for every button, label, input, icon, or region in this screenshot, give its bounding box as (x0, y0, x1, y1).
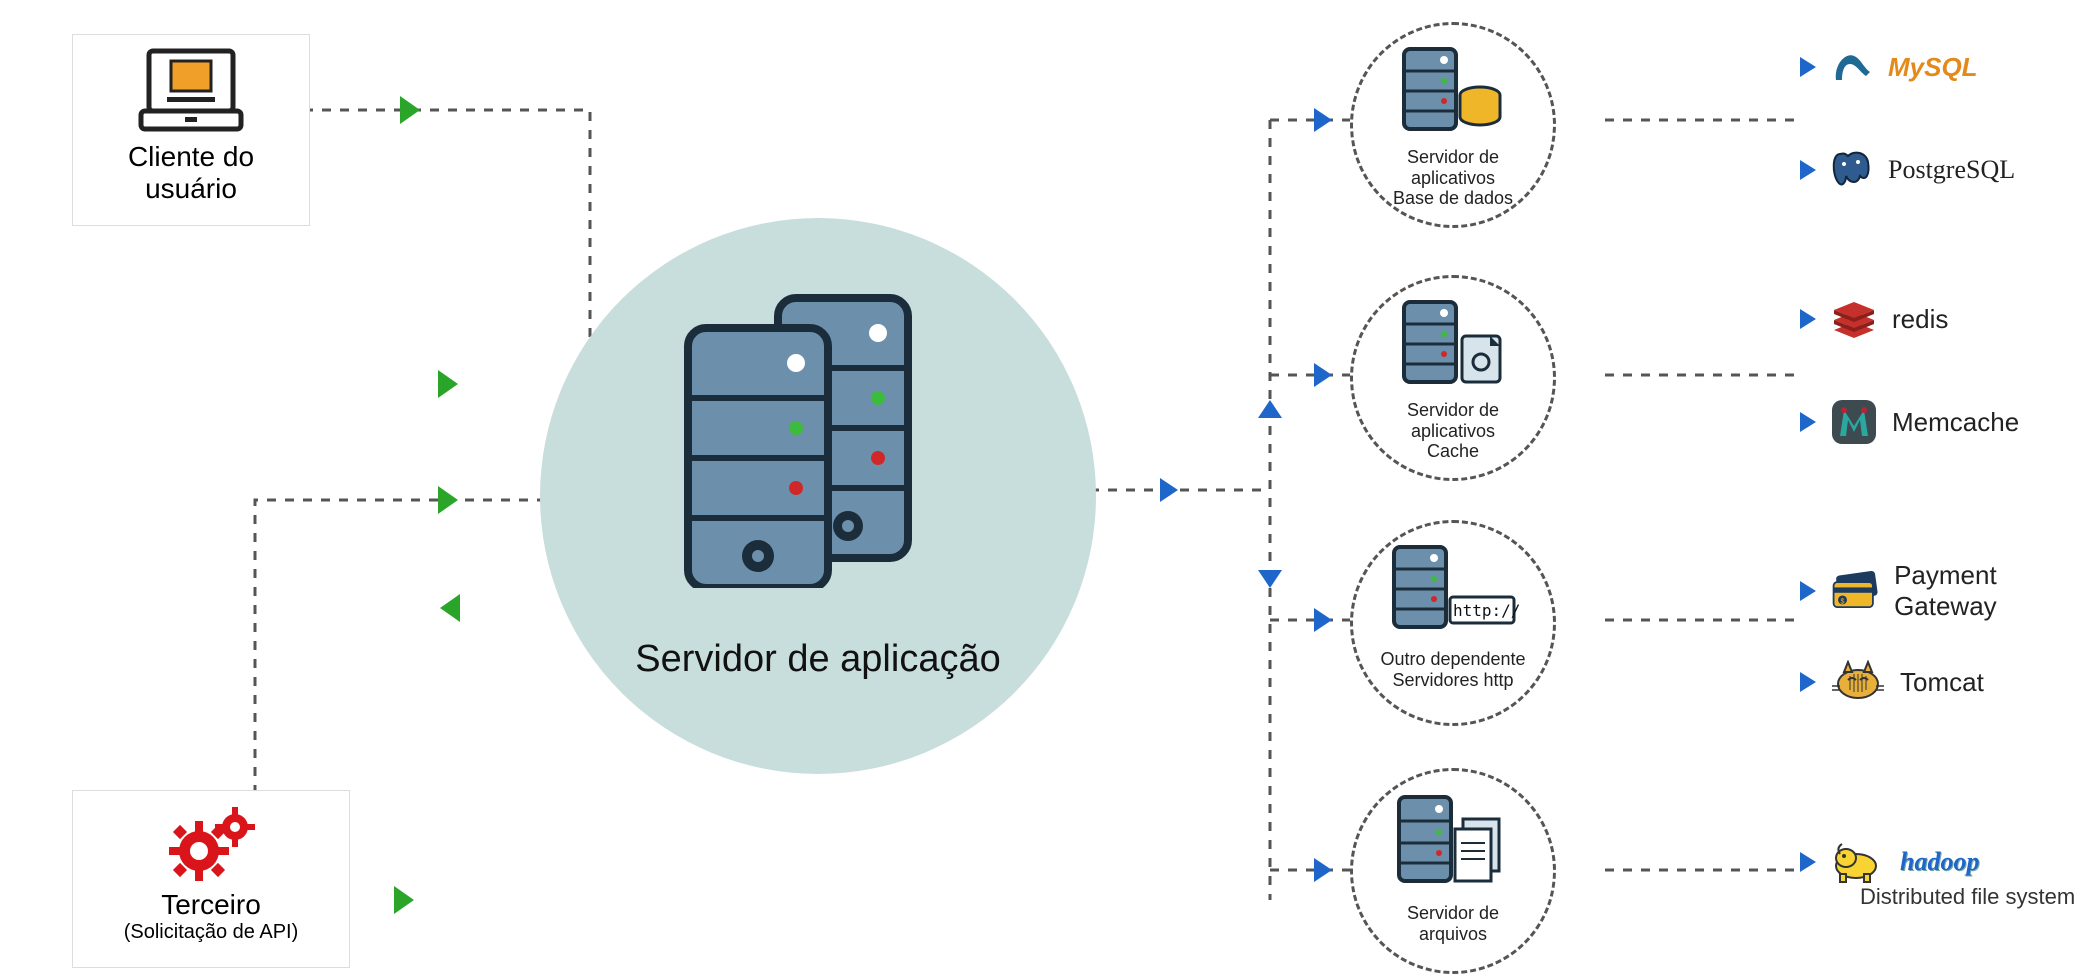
tomcat-logo-icon (1830, 660, 1886, 704)
postgres-logo-icon (1830, 148, 1874, 192)
http-service-node: http:// Outro dependenteServidores http (1350, 520, 1556, 726)
gears-icon (151, 799, 271, 889)
hadoop-label: hadoop (1900, 847, 1979, 877)
server-db-icon (1398, 43, 1508, 135)
third-party-label: Terceiro (73, 889, 349, 921)
tomcat-label: Tomcat (1900, 667, 1984, 698)
cache-service-node: Servidor deaplicativosCache (1350, 275, 1556, 481)
flow-arrow-icon (1160, 478, 1178, 502)
tech-memcache: Memcache (1800, 398, 2019, 446)
flow-arrow-icon (1314, 608, 1332, 632)
payment-icon: $ (1830, 569, 1880, 613)
file-service-label: Servidor dearquivos (1353, 903, 1553, 944)
payment-label: Payment Gateway (1894, 560, 2084, 622)
memcache-logo-icon (1830, 398, 1878, 446)
mysql-label: MySQL (1888, 52, 1978, 83)
flow-arrow-icon (1314, 363, 1332, 387)
tech-mysql: MySQL (1800, 48, 1978, 86)
hadoop-logo-icon (1830, 840, 1886, 884)
hadoop-sublabel: Distributed file system (1860, 884, 2075, 910)
caret-icon (1800, 672, 1816, 692)
user-client-label: Cliente dousuário (73, 141, 309, 205)
flow-arrow-icon (400, 96, 420, 124)
tech-postgres: PostgreSQL (1800, 148, 2015, 192)
flow-arrow-icon (1314, 858, 1332, 882)
caret-icon (1800, 57, 1816, 77)
flow-arrow-icon (394, 886, 414, 914)
postgres-label: PostgreSQL (1888, 155, 2015, 185)
mysql-logo-icon (1830, 48, 1874, 86)
caret-icon (1800, 412, 1816, 432)
caret-icon (1800, 852, 1816, 872)
servers-icon (668, 288, 968, 588)
third-party-sublabel: (Solicitação de API) (73, 921, 349, 944)
flow-arrow-icon (1258, 570, 1282, 588)
third-party-node: Terceiro (Solicitação de API) (72, 790, 350, 968)
caret-icon (1800, 581, 1816, 601)
http-service-label: Outro dependenteServidores http (1353, 649, 1553, 690)
caret-icon (1800, 160, 1816, 180)
flow-arrow-icon (438, 486, 458, 514)
cache-service-label: Servidor deaplicativosCache (1353, 400, 1553, 462)
flow-arrow-icon (438, 370, 458, 398)
redis-logo-icon (1830, 298, 1878, 340)
app-server-label: Servidor de aplicação (540, 638, 1096, 681)
memcache-label: Memcache (1892, 407, 2019, 438)
tech-tomcat: Tomcat (1800, 660, 1984, 704)
tech-hadoop: hadoop Distributed file system (1800, 840, 1979, 884)
flow-arrow-icon (1258, 400, 1282, 418)
svg-text:$: $ (1841, 598, 1845, 606)
app-server-node: Servidor de aplicação (540, 218, 1096, 774)
tech-redis: redis (1800, 298, 1948, 340)
flow-arrow-icon (440, 594, 460, 622)
laptop-icon (131, 45, 251, 141)
caret-icon (1800, 309, 1816, 329)
server-cache-icon (1398, 296, 1508, 388)
user-client-node: Cliente dousuário (72, 34, 310, 226)
flow-arrow-icon (1314, 108, 1332, 132)
server-file-icon (1393, 791, 1513, 887)
file-service-node: Servidor dearquivos (1350, 768, 1556, 974)
db-service-node: Servidor deaplicativosBase de dados (1350, 22, 1556, 228)
http-badge: http:// (1453, 601, 1520, 620)
tech-payment: $ Payment Gateway (1800, 560, 2084, 622)
redis-label: redis (1892, 304, 1948, 335)
db-service-label: Servidor deaplicativosBase de dados (1353, 147, 1553, 209)
